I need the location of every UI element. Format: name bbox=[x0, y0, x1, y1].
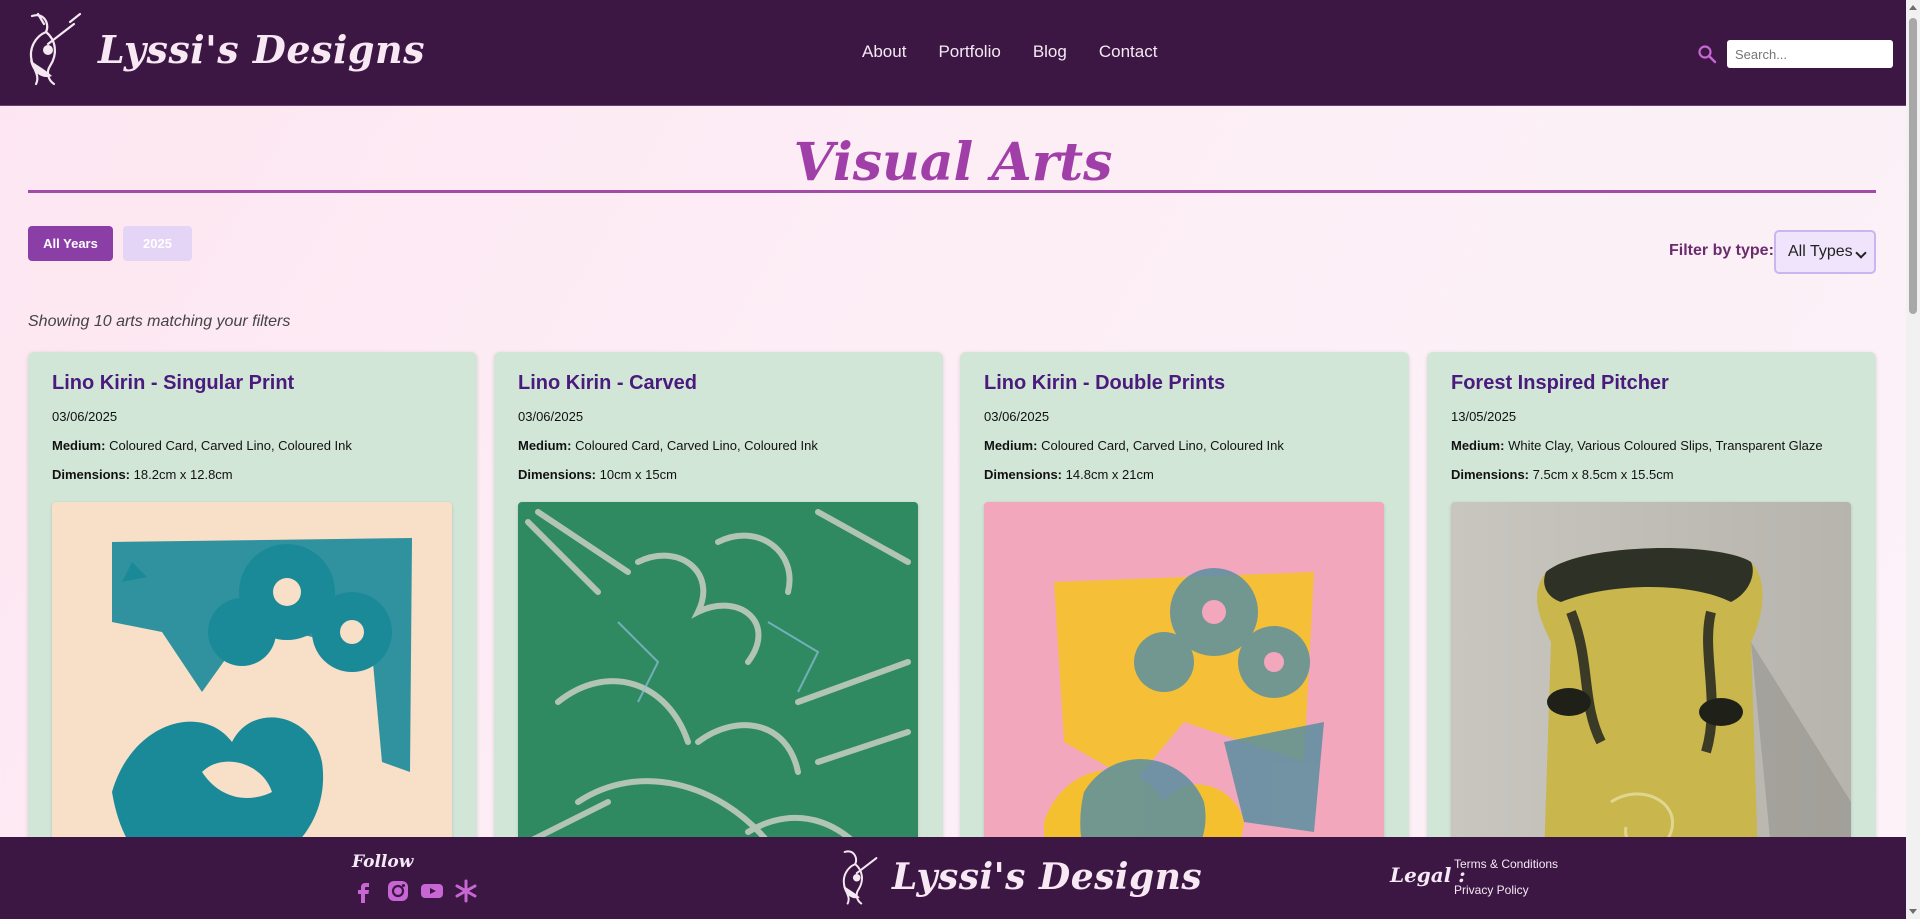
card-dimensions: Dimensions: 14.8cm x 21cm bbox=[984, 467, 1154, 482]
dimensions-label: Dimensions: bbox=[52, 467, 131, 482]
privacy-link[interactable]: Privacy Policy bbox=[1454, 883, 1529, 897]
footer-brand-name: Lyssi's Designs bbox=[892, 856, 1203, 898]
card-date: 03/06/2025 bbox=[52, 409, 118, 424]
scroll-down-arrow-icon[interactable] bbox=[1909, 909, 1917, 914]
medium-value: Coloured Card, Carved Lino, Coloured Ink bbox=[575, 438, 818, 453]
type-filter-value: All Types bbox=[1788, 243, 1853, 260]
art-card[interactable]: Lino Kirin - Carved 03/06/2025 Medium: C… bbox=[494, 352, 943, 919]
nav-blog[interactable]: Blog bbox=[1033, 42, 1067, 62]
dimensions-value: 18.2cm x 12.8cm bbox=[133, 467, 233, 482]
search-input[interactable] bbox=[1727, 40, 1893, 68]
dimensions-label: Dimensions: bbox=[1451, 467, 1530, 482]
page-title: Visual Arts bbox=[793, 132, 1113, 193]
type-filter-select[interactable]: All Types bbox=[1774, 230, 1876, 274]
card-medium: Medium: Coloured Card, Carved Lino, Colo… bbox=[518, 438, 818, 453]
scroll-thumb[interactable] bbox=[1909, 18, 1917, 314]
scroll-up-arrow-icon[interactable] bbox=[1909, 5, 1917, 10]
search-icon[interactable] bbox=[1697, 44, 1717, 64]
dimensions-value: 10cm x 15cm bbox=[599, 467, 677, 482]
dimensions-value: 14.8cm x 21cm bbox=[1065, 467, 1154, 482]
medium-label: Medium: bbox=[52, 438, 106, 453]
art-card[interactable]: Forest Inspired Pitcher 13/05/2025 Mediu… bbox=[1427, 352, 1876, 919]
instagram-icon[interactable] bbox=[386, 879, 410, 903]
card-title[interactable]: Lino Kirin - Double Prints bbox=[984, 372, 1225, 395]
dimensions-label: Dimensions: bbox=[984, 467, 1063, 482]
type-filter-label: Filter by type: bbox=[1669, 242, 1774, 259]
medium-value: White Clay, Various Coloured Slips, Tran… bbox=[1508, 438, 1823, 453]
card-title[interactable]: Forest Inspired Pitcher bbox=[1451, 372, 1669, 395]
results-count: Showing 10 arts matching your filters bbox=[28, 313, 291, 330]
nav-contact[interactable]: Contact bbox=[1099, 42, 1158, 62]
medium-value: Coloured Card, Carved Lino, Coloured Ink bbox=[109, 438, 352, 453]
site-header: Lyssi's Designs About Portfolio Blog Con… bbox=[0, 0, 1906, 106]
art-card[interactable]: Lino Kirin - Double Prints 03/06/2025 Me… bbox=[960, 352, 1409, 919]
nav-portfolio[interactable]: Portfolio bbox=[938, 42, 1000, 62]
medium-label: Medium: bbox=[518, 438, 572, 453]
card-dimensions: Dimensions: 18.2cm x 12.8cm bbox=[52, 467, 233, 482]
card-medium: Medium: White Clay, Various Coloured Sli… bbox=[1451, 438, 1823, 453]
brand-name: Lyssi's Designs bbox=[98, 26, 425, 72]
card-date: 03/06/2025 bbox=[984, 409, 1050, 424]
card-dimensions: Dimensions: 10cm x 15cm bbox=[518, 467, 677, 482]
site-logo[interactable]: Lyssi's Designs bbox=[18, 10, 425, 88]
year-filter-all[interactable]: All Years bbox=[28, 226, 113, 261]
main-nav: About Portfolio Blog Contact bbox=[862, 42, 1157, 62]
card-title[interactable]: Lino Kirin - Singular Print bbox=[52, 372, 294, 395]
dimensions-label: Dimensions: bbox=[518, 467, 597, 482]
card-medium: Medium: Coloured Card, Carved Lino, Colo… bbox=[52, 438, 352, 453]
artist-logo-icon bbox=[29, 12, 82, 86]
card-medium: Medium: Coloured Card, Carved Lino, Colo… bbox=[984, 438, 1284, 453]
page-scrollbar[interactable] bbox=[1906, 0, 1920, 919]
card-dimensions: Dimensions: 7.5cm x 8.5cm x 15.5cm bbox=[1451, 467, 1674, 482]
dimensions-value: 7.5cm x 8.5cm x 15.5cm bbox=[1532, 467, 1674, 482]
art-card[interactable]: Lino Kirin - Singular Print 03/06/2025 M… bbox=[28, 352, 477, 919]
medium-label: Medium: bbox=[984, 438, 1038, 453]
card-date: 03/06/2025 bbox=[518, 409, 584, 424]
linktree-icon[interactable] bbox=[454, 879, 478, 903]
medium-value: Coloured Card, Carved Lino, Coloured Ink bbox=[1041, 438, 1284, 453]
title-divider bbox=[28, 190, 1876, 193]
youtube-icon[interactable] bbox=[420, 879, 444, 903]
terms-link[interactable]: Terms & Conditions bbox=[1454, 857, 1558, 871]
card-title[interactable]: Lino Kirin - Carved bbox=[518, 372, 697, 395]
card-date: 13/05/2025 bbox=[1451, 409, 1517, 424]
medium-label: Medium: bbox=[1451, 438, 1505, 453]
site-footer: Follow Lyssi's Designs Legal: Terms & C… bbox=[0, 837, 1906, 919]
footer-logo[interactable]: Lyssi's Designs bbox=[834, 847, 1202, 907]
year-filter-2025[interactable]: 2025 bbox=[123, 226, 192, 261]
chevron-down-icon bbox=[1855, 247, 1867, 259]
follow-label: Follow bbox=[352, 852, 414, 872]
nav-about[interactable]: About bbox=[862, 42, 906, 62]
artist-logo-icon bbox=[842, 850, 878, 905]
facebook-icon[interactable] bbox=[352, 879, 376, 903]
